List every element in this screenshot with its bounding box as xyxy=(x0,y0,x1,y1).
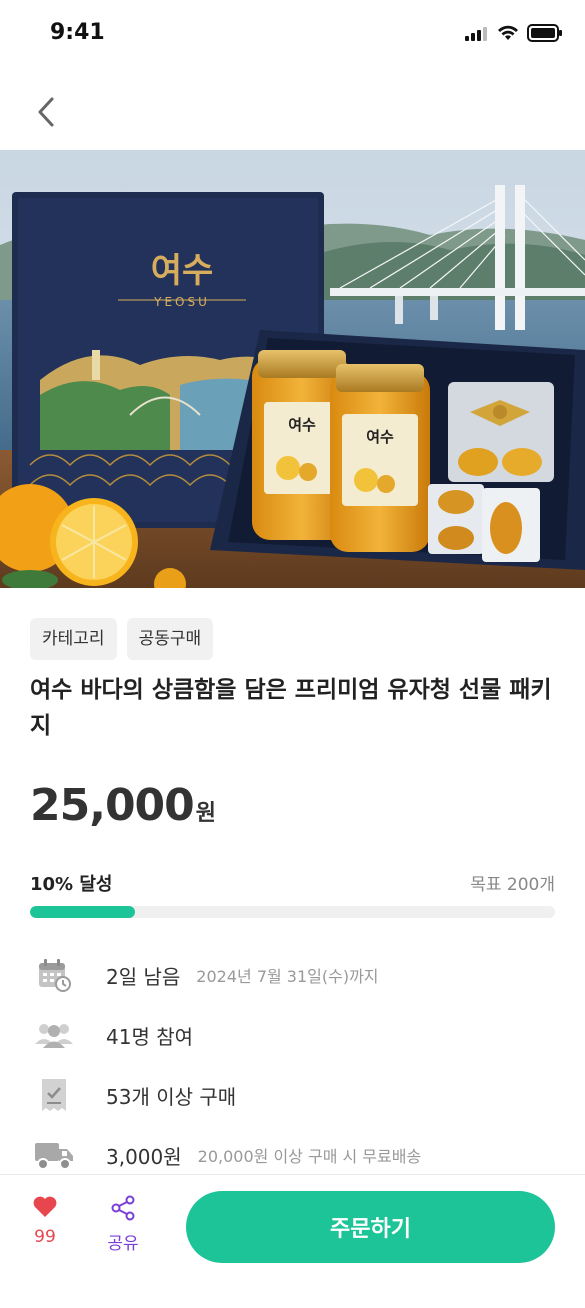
calendar-clock-icon xyxy=(32,955,76,995)
deadline-date: 2024년 7월 31일(수)까지 xyxy=(196,967,379,986)
like-count: 99 xyxy=(34,1227,56,1247)
heart-icon xyxy=(33,1196,57,1217)
min-purchase: 53개 이상 구매 xyxy=(106,1084,237,1109)
tag-category[interactable]: 카테고리 xyxy=(30,618,117,660)
shipping-fee: 3,000원 xyxy=(106,1144,182,1169)
price: 25,000 원 xyxy=(30,780,216,831)
nav-bar xyxy=(0,70,585,150)
box-brand-en: YEOSU xyxy=(153,295,210,309)
product-image: 여수 YEOSU 여수 여수 xyxy=(0,150,585,588)
participants-count: 41명 참여 xyxy=(106,1024,194,1049)
order-button[interactable]: 주문하기 xyxy=(186,1191,555,1263)
status-time: 9:41 xyxy=(50,20,105,45)
share-button[interactable]: 공유 xyxy=(98,1195,148,1254)
deadline-row: 2일 남음 2024년 7월 31일(수)까지 xyxy=(30,945,570,1005)
people-icon xyxy=(32,1015,76,1055)
free-shipping-note: 20,000원 이상 구매 시 무료배송 xyxy=(197,1147,422,1166)
progress-bar xyxy=(30,906,555,918)
jar-label-2: 여수 xyxy=(366,428,394,446)
progress-header: 10% 달성 목표 200개 xyxy=(30,868,555,898)
participants-row: 41명 참여 xyxy=(30,1005,570,1065)
product-title: 여수 바다의 상큼함을 담은 프리미엄 유자청 선물 패키지 xyxy=(30,677,552,739)
product-illustration: 여수 YEOSU 여수 여수 xyxy=(0,150,585,588)
status-bar: 9:41 xyxy=(0,0,585,70)
info-list: 2일 남음 2024년 7월 31일(수)까지 41명 참여 53개 이상 구매 xyxy=(30,945,570,1185)
cellular-signal-icon xyxy=(465,27,487,41)
price-unit: 원 xyxy=(195,801,217,826)
progress-bar-fill xyxy=(30,906,135,918)
share-label: 공유 xyxy=(107,1234,139,1254)
like-button[interactable]: 99 xyxy=(20,1195,70,1247)
wifi-icon xyxy=(498,25,518,40)
price-amount: 25,000 xyxy=(30,780,195,831)
receipt-check-icon xyxy=(32,1075,76,1115)
truck-icon xyxy=(32,1135,76,1175)
battery-icon xyxy=(527,24,562,42)
tag-group-buy[interactable]: 공동구매 xyxy=(126,618,214,660)
chevron-left-icon xyxy=(38,97,54,127)
jar-label-1: 여수 xyxy=(288,416,316,434)
box-brand: 여수 xyxy=(151,251,214,291)
goal-label: 목표 200개 xyxy=(470,875,555,895)
back-button[interactable] xyxy=(26,92,66,132)
share-icon xyxy=(111,1195,135,1221)
bottom-action-bar: 99 공유 주문하기 xyxy=(0,1174,585,1308)
days-left: 2일 남음 xyxy=(106,964,181,989)
status-icons xyxy=(465,24,563,42)
achieved-label: 10% 달성 xyxy=(30,874,113,895)
min-purchase-row: 53개 이상 구매 xyxy=(30,1065,570,1125)
tag-list: 카테고리 공동구매 xyxy=(30,618,214,660)
